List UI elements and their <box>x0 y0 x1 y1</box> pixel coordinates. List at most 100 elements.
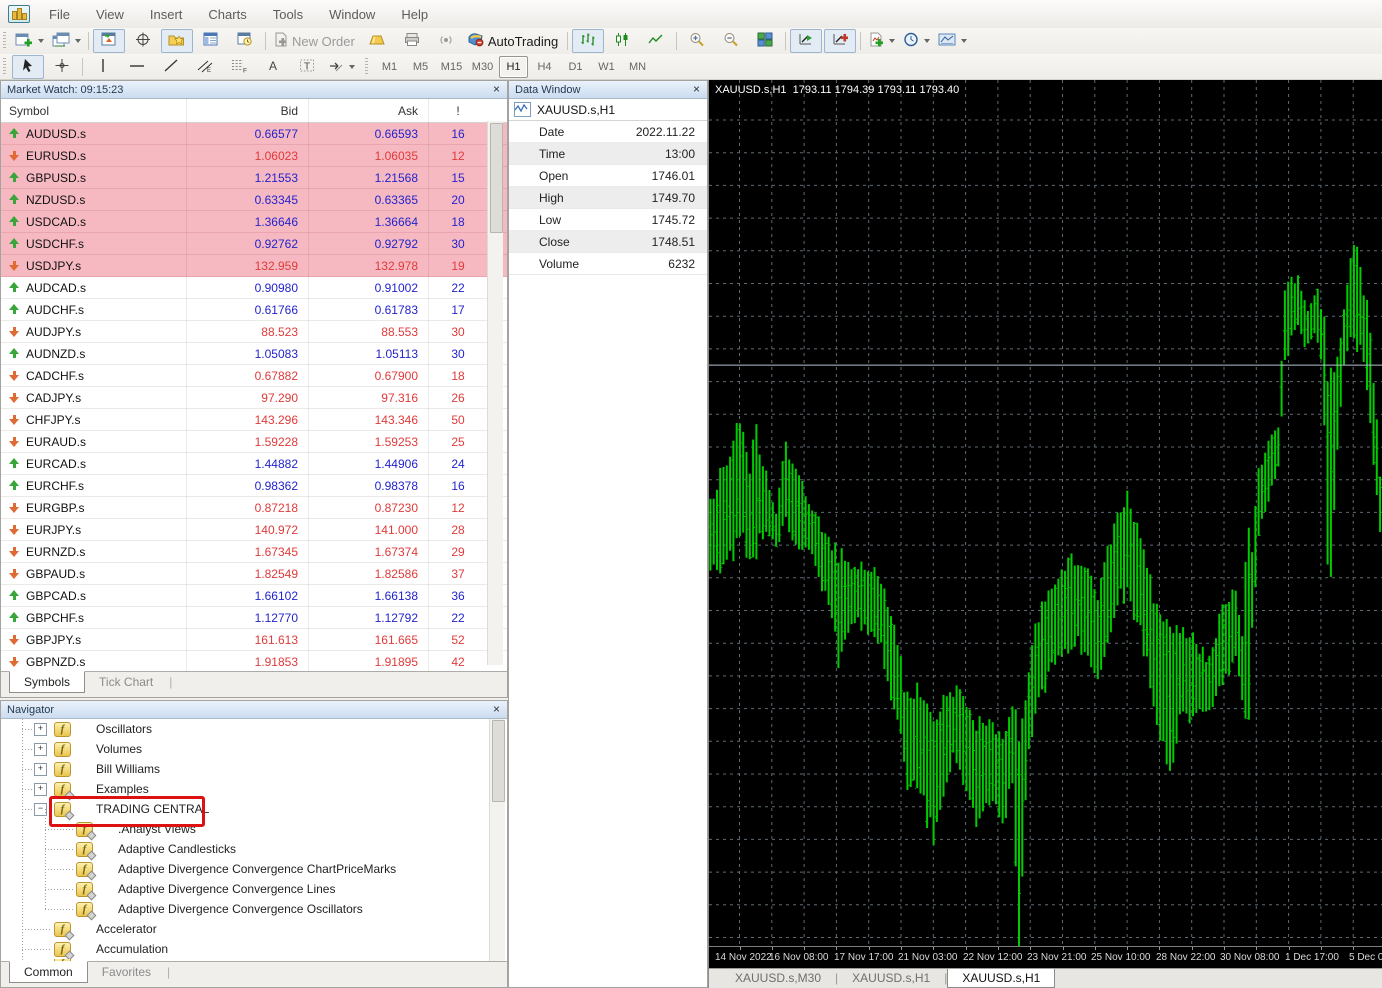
toolbar-grip[interactable] <box>3 58 6 76</box>
tree-item-oscillators[interactable]: + f Oscillators <box>2 719 490 739</box>
crosshair-tool[interactable] <box>46 55 78 79</box>
tree-item--analyst-views[interactable]: f .Analyst Views <box>2 819 490 839</box>
auto-scroll-end-toggle[interactable] <box>790 29 822 53</box>
close-icon[interactable]: × <box>690 84 703 95</box>
market-watch-row-CADCHF.s[interactable]: CADCHF.s 0.67882 0.67900 18 <box>1 365 507 387</box>
tree-item-bill-williams[interactable]: + f Bill Williams <box>2 759 490 779</box>
close-icon[interactable]: × <box>490 704 503 715</box>
market-watch-row-USDCHF.s[interactable]: USDCHF.s 0.92762 0.92792 30 <box>1 233 507 255</box>
market-watch-row-GBPCHF.s[interactable]: GBPCHF.s 1.12770 1.12792 22 <box>1 607 507 629</box>
chart-shift-end-toggle[interactable] <box>824 29 856 53</box>
tree-item-adaptive-divergence-convergence-oscillators[interactable]: f Adaptive Divergence Convergence Oscill… <box>2 899 490 919</box>
menu-insert[interactable]: Insert <box>137 7 196 22</box>
timeframe-h4[interactable]: H4 <box>530 56 559 78</box>
print-button[interactable] <box>396 29 428 53</box>
hline-tool[interactable] <box>121 55 153 79</box>
market-watch-row-GBPCAD.s[interactable]: GBPCAD.s 1.66102 1.66138 36 <box>1 585 507 607</box>
tree-item-accelerator[interactable]: f Accelerator <box>2 919 490 939</box>
tree-item-volumes[interactable]: + f Volumes <box>2 739 490 759</box>
gold-ingot-button[interactable] <box>362 29 394 53</box>
menu-view[interactable]: View <box>83 7 137 22</box>
scrollbar-thumb[interactable] <box>490 123 503 233</box>
menu-tools[interactable]: Tools <box>260 7 316 22</box>
timeframe-w1[interactable]: W1 <box>592 56 621 78</box>
chart-tab-2[interactable]: XAUUSD.s,H1 <box>947 969 1055 988</box>
market-watch-row-GBPAUD.s[interactable]: GBPAUD.s 1.82549 1.82586 37 <box>1 563 507 585</box>
zoom-out-button[interactable] <box>715 29 747 53</box>
market-watch-row-EURCHF.s[interactable]: EURCHF.s 0.98362 0.98378 16 <box>1 475 507 497</box>
tab-tick-chart[interactable]: Tick Chart <box>85 672 167 692</box>
strategy-tester-toggle[interactable] <box>229 29 261 53</box>
cursor-tool[interactable] <box>12 55 44 79</box>
tree-item-examples[interactable]: + f Examples <box>2 779 490 799</box>
line-chart-button[interactable] <box>640 29 672 53</box>
text-tool[interactable]: A <box>257 55 289 79</box>
market-watch-scrollbar[interactable] <box>487 121 503 665</box>
market-watch-row-EURNZD.s[interactable]: EURNZD.s 1.67345 1.67374 29 <box>1 541 507 563</box>
market-watch-row-EURGBP.s[interactable]: EURGBP.s 0.87218 0.87230 12 <box>1 497 507 519</box>
templates-button[interactable] <box>935 29 970 53</box>
scrollbar-thumb[interactable] <box>492 720 505 802</box>
shapes-tool[interactable] <box>325 55 358 79</box>
market-watch-row-AUDNZD.s[interactable]: AUDNZD.s 1.05083 1.05113 30 <box>1 343 507 365</box>
market-watch-row-GBPNZD.s[interactable]: GBPNZD.s 1.91853 1.91895 42 <box>1 651 507 673</box>
menu-file[interactable]: File <box>36 7 83 22</box>
menu-window[interactable]: Window <box>316 7 388 22</box>
channel-tool[interactable]: E <box>189 55 221 79</box>
periods-button[interactable] <box>900 29 933 53</box>
menu-help[interactable]: Help <box>388 7 441 22</box>
timeframe-m5[interactable]: M5 <box>406 56 435 78</box>
chart-tab-0[interactable]: XAUUSD.s,M30 <box>721 969 835 987</box>
market-watch-row-AUDCHF.s[interactable]: AUDCHF.s 0.61766 0.61783 17 <box>1 299 507 321</box>
tree-item-trading-central[interactable]: − f TRADING CENTRAL <box>2 799 490 819</box>
market-watch-row-CHFJPY.s[interactable]: CHFJPY.s 143.296 143.346 50 <box>1 409 507 431</box>
data-window-toggle[interactable] <box>195 29 227 53</box>
expand-plus-icon[interactable]: + <box>34 783 47 796</box>
new-order-button[interactable]: New Order <box>270 29 360 53</box>
label-tool[interactable]: T <box>291 55 323 79</box>
market-watch-row-EURUSD.s[interactable]: EURUSD.s 1.06023 1.06035 12 <box>1 145 507 167</box>
expand-plus-icon[interactable]: + <box>34 743 47 756</box>
tab-symbols[interactable]: Symbols <box>9 671 85 693</box>
candlestick-button[interactable] <box>606 29 638 53</box>
bar-chart-button[interactable] <box>572 29 604 53</box>
timeframe-h1[interactable]: H1 <box>499 56 528 78</box>
chart-shift-toggle[interactable] <box>93 29 125 53</box>
timeframe-mn[interactable]: MN <box>623 56 652 78</box>
tab-favorites[interactable]: Favorites <box>88 962 165 982</box>
market-watch-row-EURAUD.s[interactable]: EURAUD.s 1.59228 1.59253 25 <box>1 431 507 453</box>
market-watch-row-USDCAD.s[interactable]: USDCAD.s 1.36646 1.36664 18 <box>1 211 507 233</box>
market-watch-toggle[interactable] <box>161 29 193 53</box>
vline-tool[interactable] <box>87 55 119 79</box>
market-watch-row-EURCAD.s[interactable]: EURCAD.s 1.44882 1.44906 24 <box>1 453 507 475</box>
column-header-spread[interactable]: ! <box>428 104 488 118</box>
market-watch-row-AUDCAD.s[interactable]: AUDCAD.s 0.90980 0.91002 22 <box>1 277 507 299</box>
menu-charts[interactable]: Charts <box>195 7 259 22</box>
tree-item-accumulation[interactable]: f Accumulation <box>2 939 490 959</box>
expand-plus-icon[interactable]: + <box>34 763 47 776</box>
tab-common[interactable]: Common <box>9 961 88 983</box>
chart-tab-1[interactable]: XAUUSD.s,H1 <box>838 969 944 987</box>
expand-plus-icon[interactable]: + <box>34 723 47 736</box>
profiles-button[interactable] <box>49 29 84 53</box>
signals-button[interactable] <box>430 29 462 53</box>
tree-item-adaptive-candlesticks[interactable]: f Adaptive Candlesticks <box>2 839 490 859</box>
trendline-tool[interactable] <box>155 55 187 79</box>
market-watch-row-USDJPY.s[interactable]: USDJPY.s 132.959 132.978 19 <box>1 255 507 277</box>
tile-windows-button[interactable] <box>749 29 781 53</box>
market-watch-row-GBPJPY.s[interactable]: GBPJPY.s 161.613 161.665 52 <box>1 629 507 651</box>
market-watch-row-EURJPY.s[interactable]: EURJPY.s 140.972 141.000 28 <box>1 519 507 541</box>
zoom-in-button[interactable] <box>681 29 713 53</box>
timeframe-m30[interactable]: M30 <box>468 56 497 78</box>
new-chart-button[interactable] <box>12 29 47 53</box>
market-watch-row-CADJPY.s[interactable]: CADJPY.s 97.290 97.316 26 <box>1 387 507 409</box>
toolbar-grip[interactable] <box>365 58 368 76</box>
autotrading-button[interactable]: AutoTrading <box>464 29 563 53</box>
auto-scroll-toggle[interactable] <box>127 29 159 53</box>
fibonacci-tool[interactable]: F <box>223 55 255 79</box>
timeframe-m15[interactable]: M15 <box>437 56 466 78</box>
indicators-button[interactable] <box>865 29 898 53</box>
tree-item-adaptive-divergence-convergence-chartpricemarks[interactable]: f Adaptive Divergence Convergence ChartP… <box>2 859 490 879</box>
close-icon[interactable]: × <box>490 84 503 95</box>
timeframe-d1[interactable]: D1 <box>561 56 590 78</box>
